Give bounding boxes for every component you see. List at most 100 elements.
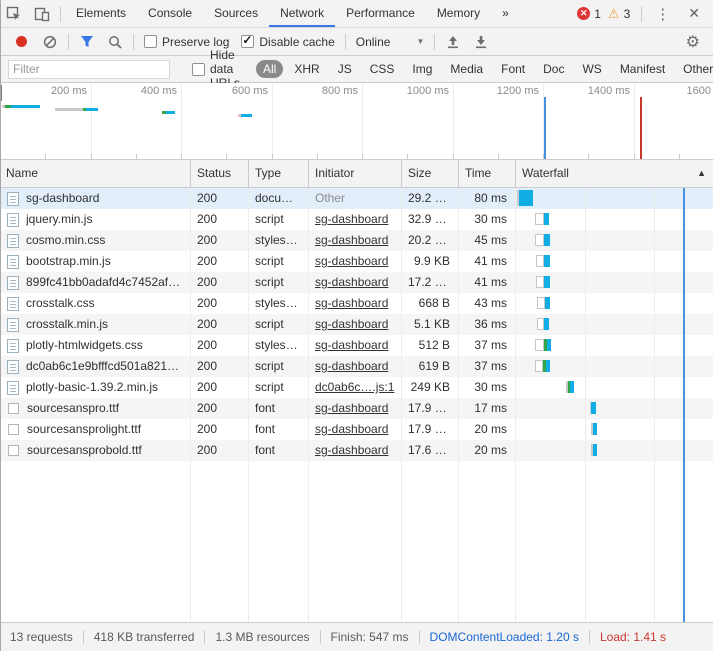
table-row[interactable]: 899fc41bb0adafd4c7452af6a…200scriptsg-da… <box>0 272 713 293</box>
table-row[interactable]: sourcesanspro.ttf200fontsg-dashboard17.9… <box>0 398 713 419</box>
cell-time: 80 ms <box>459 188 516 209</box>
throttling-dropdown[interactable]: Online ▼ <box>356 35 425 49</box>
filter-pill-media[interactable]: Media <box>443 60 490 78</box>
initiator-link[interactable]: sg-dashboard <box>315 317 388 331</box>
inspect-element-button[interactable] <box>0 0 28 27</box>
tab-more[interactable]: » <box>491 0 520 27</box>
font-file-icon <box>8 445 19 456</box>
timeline-overview[interactable]: 200 ms400 ms600 ms800 ms1000 ms1200 ms14… <box>0 83 713 160</box>
filter-pill-js[interactable]: JS <box>331 60 359 78</box>
filter-pill-img[interactable]: Img <box>405 60 439 78</box>
cell-name[interactable]: sourcesansprobold.ttf <box>0 440 191 461</box>
tab-memory[interactable]: Memory <box>426 0 491 27</box>
table-row[interactable]: dc0ab6c1e9bfffcd501a82139…200scriptsg-da… <box>0 356 713 377</box>
settings-gear-icon[interactable]: ⚙ <box>686 32 706 52</box>
cell-initiator: sg-dashboard <box>309 272 402 293</box>
record-button[interactable] <box>16 36 27 47</box>
initiator-link[interactable]: sg-dashboard <box>315 275 388 289</box>
cell-name[interactable]: sg-dashboard <box>0 188 191 209</box>
table-row[interactable]: cosmo.min.css200stylesh…sg-dashboard20.2… <box>0 230 713 251</box>
close-icon[interactable]: ✕ <box>679 5 709 22</box>
tab-sources[interactable]: Sources <box>203 0 269 27</box>
filter-input[interactable] <box>8 60 170 79</box>
divider <box>641 6 642 22</box>
tab-elements[interactable]: Elements <box>65 0 137 27</box>
initiator-link[interactable]: sg-dashboard <box>315 359 388 373</box>
preserve-log-checkbox[interactable]: Preserve log <box>144 35 229 49</box>
column-header-type[interactable]: Type <box>249 160 309 187</box>
cell-size: 17.6 KB <box>402 440 459 461</box>
table-row[interactable]: bootstrap.min.js200scriptsg-dashboard9.9… <box>0 251 713 272</box>
initiator-link[interactable]: sg-dashboard <box>315 422 388 436</box>
initiator-link[interactable]: sg-dashboard <box>315 212 388 226</box>
cell-name[interactable]: plotly-htmlwidgets.css <box>0 335 191 356</box>
column-header-time[interactable]: Time <box>459 160 516 187</box>
cell-initiator: sg-dashboard <box>309 209 402 230</box>
device-toolbar-button[interactable] <box>28 0 56 27</box>
cell-name[interactable]: sourcesanspro.ttf <box>0 398 191 419</box>
table-row[interactable]: sg-dashboard200docum…Other29.2 KB80 ms <box>0 188 713 209</box>
chevron-down-icon: ▼ <box>416 37 424 46</box>
import-har-button[interactable] <box>441 32 465 52</box>
kebab-menu-icon[interactable]: ⋮ <box>646 5 679 23</box>
table-row[interactable]: plotly-basic-1.39.2.min.js200scriptdc0ab… <box>0 377 713 398</box>
overview-request-bar <box>86 108 98 111</box>
clear-button[interactable] <box>38 32 62 52</box>
cell-name[interactable]: sourcesansprolight.ttf <box>0 419 191 440</box>
table-row[interactable]: plotly-htmlwidgets.css200stylesh…sg-dash… <box>0 335 713 356</box>
initiator-link[interactable]: sg-dashboard <box>315 338 388 352</box>
table-row[interactable]: crosstalk.min.js200scriptsg-dashboard5.1… <box>0 314 713 335</box>
checkbox-box[interactable] <box>241 35 254 48</box>
cell-name[interactable]: 899fc41bb0adafd4c7452af6a… <box>0 272 191 293</box>
initiator-link[interactable]: sg-dashboard <box>315 401 388 415</box>
cell-name[interactable]: cosmo.min.css <box>0 230 191 251</box>
cell-name[interactable]: jquery.min.js <box>0 209 191 230</box>
export-har-button[interactable] <box>469 32 493 52</box>
filter-pill-xhr[interactable]: XHR <box>287 60 326 78</box>
column-header-waterfall[interactable]: Waterfall▲ <box>516 160 713 187</box>
initiator-link[interactable]: sg-dashboard <box>315 443 388 457</box>
cell-name[interactable]: dc0ab6c1e9bfffcd501a82139… <box>0 356 191 377</box>
table-row[interactable]: crosstalk.css200stylesh…sg-dashboard668 … <box>0 293 713 314</box>
filter-pill-font[interactable]: Font <box>494 60 532 78</box>
tab-performance[interactable]: Performance <box>335 0 426 27</box>
checkbox-box[interactable] <box>144 35 157 48</box>
filter-pill-manifest[interactable]: Manifest <box>613 60 672 78</box>
cell-name[interactable]: crosstalk.min.js <box>0 314 191 335</box>
cell-name[interactable]: bootstrap.min.js <box>0 251 191 272</box>
error-count[interactable]: 1 <box>594 7 601 21</box>
search-button[interactable] <box>103 32 127 52</box>
cell-size: 5.1 KB <box>402 314 459 335</box>
tab-network[interactable]: Network <box>269 0 335 27</box>
cell-name[interactable]: plotly-basic-1.39.2.min.js <box>0 377 191 398</box>
filter-pill-other[interactable]: Other <box>676 60 713 78</box>
initiator-link[interactable]: dc0ab6c….js:1 <box>315 380 394 394</box>
column-header-initiator[interactable]: Initiator <box>309 160 402 187</box>
column-header-size[interactable]: Size <box>402 160 459 187</box>
cell-name[interactable]: crosstalk.css <box>0 293 191 314</box>
filter-pill-ws[interactable]: WS <box>575 60 608 78</box>
request-name: dc0ab6c1e9bfffcd501a82139… <box>26 356 185 377</box>
column-header-status[interactable]: Status <box>191 160 249 187</box>
column-header-name[interactable]: Name <box>0 160 191 187</box>
warning-count[interactable]: 3 <box>624 7 631 21</box>
table-row[interactable]: sourcesansprobold.ttf200fontsg-dashboard… <box>0 440 713 461</box>
cell-time: 41 ms <box>459 272 516 293</box>
table-row[interactable]: jquery.min.js200scriptsg-dashboard32.9 K… <box>0 209 713 230</box>
warning-triangle-icon[interactable]: ⚠ <box>608 7 620 20</box>
filter-pill-doc[interactable]: Doc <box>536 60 571 78</box>
table-row[interactable]: sourcesansprolight.ttf200fontsg-dashboar… <box>0 419 713 440</box>
filter-pill-css[interactable]: CSS <box>363 60 402 78</box>
initiator-link[interactable]: sg-dashboard <box>315 254 388 268</box>
cell-status: 200 <box>191 440 249 461</box>
initiator-link[interactable]: sg-dashboard <box>315 296 388 310</box>
tab-console[interactable]: Console <box>137 0 203 27</box>
filter-pill-all[interactable]: All <box>256 60 283 78</box>
error-badge-icon[interactable]: ✕ <box>577 7 590 20</box>
checkbox-box[interactable] <box>192 63 205 76</box>
disable-cache-checkbox[interactable]: Disable cache <box>241 35 334 49</box>
cell-type: stylesh… <box>249 335 309 356</box>
initiator-link[interactable]: sg-dashboard <box>315 233 388 247</box>
devtools-window: ElementsConsoleSourcesNetworkPerformance… <box>0 0 713 651</box>
filter-button[interactable] <box>75 32 99 52</box>
